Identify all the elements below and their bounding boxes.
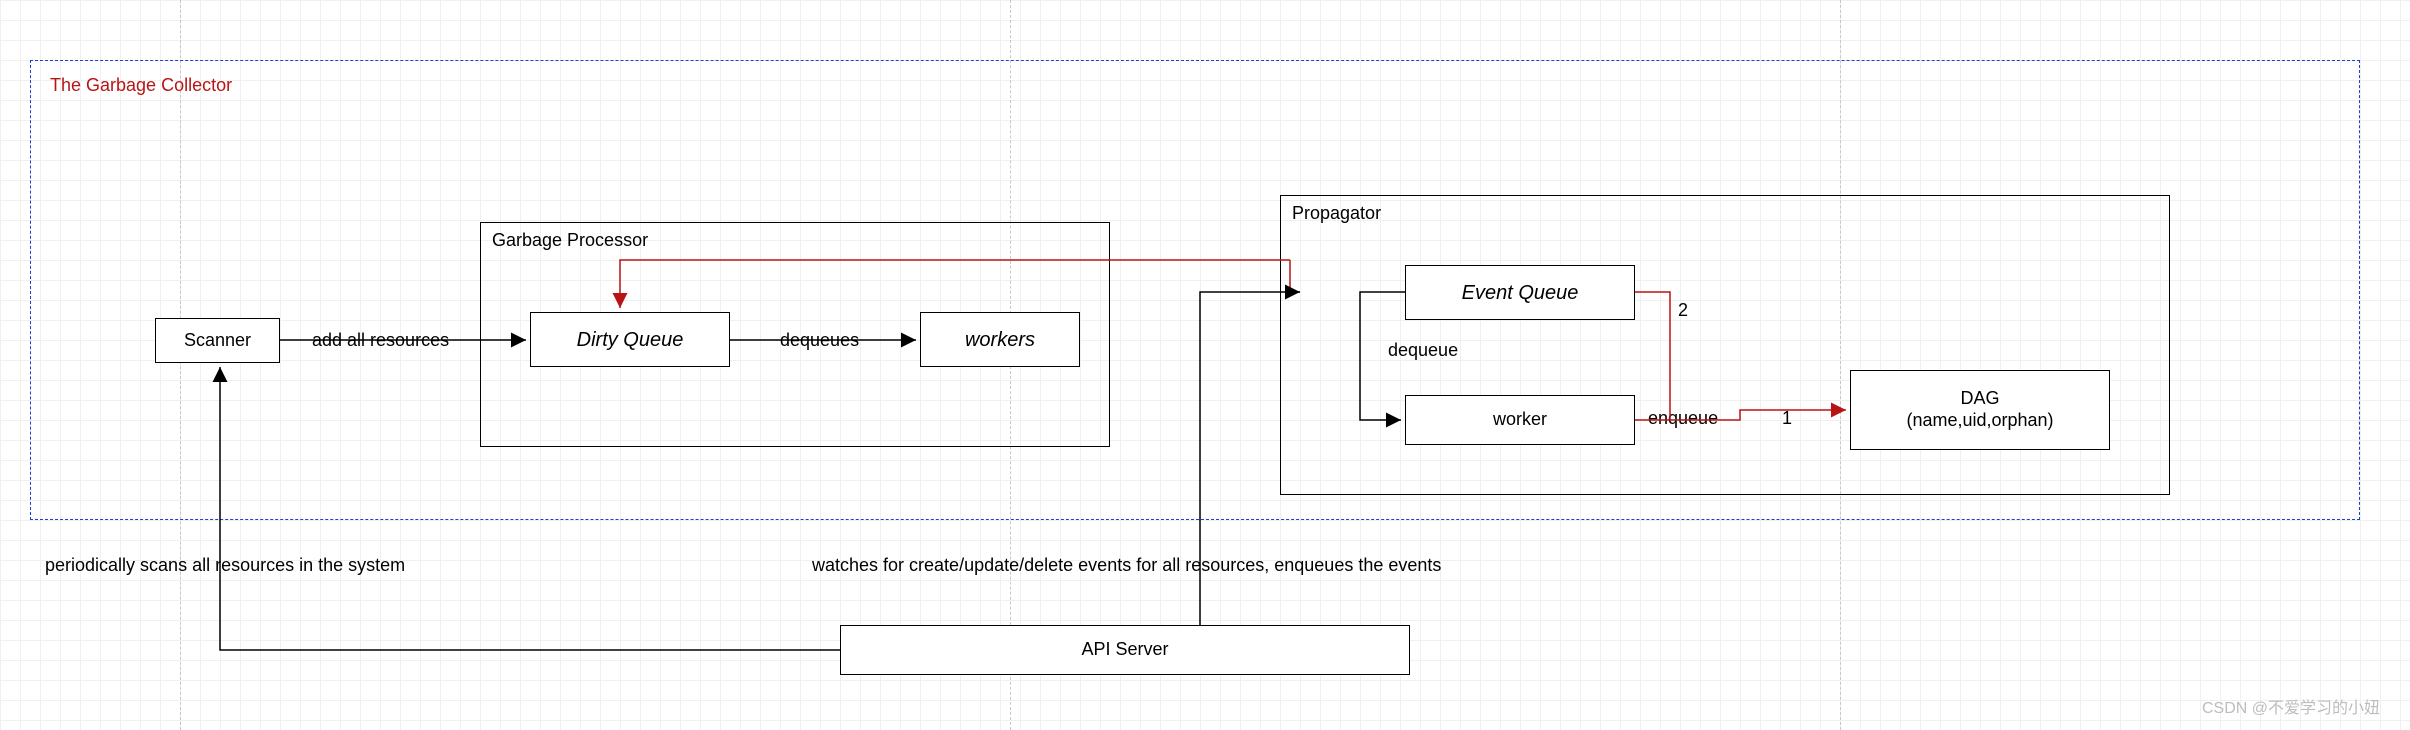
watch-annotation: watches for create/update/delete events … bbox=[812, 555, 1441, 576]
garbage-processor-label: Garbage Processor bbox=[492, 230, 648, 251]
dirty-queue-node: Dirty Queue bbox=[530, 312, 730, 367]
edge-1-label: 1 bbox=[1782, 408, 1792, 429]
worker-node: worker bbox=[1405, 395, 1635, 445]
watermark-text: CSDN @不爱学习的小妞 bbox=[2202, 694, 2380, 718]
add-all-resources-label: add all resources bbox=[312, 330, 449, 351]
garbage-collector-title: The Garbage Collector bbox=[50, 75, 232, 96]
scanner-annotation: periodically scans all resources in the … bbox=[45, 555, 405, 576]
workers-node: workers bbox=[920, 312, 1080, 367]
dag-node: DAG (name,uid,orphan) bbox=[1850, 370, 2110, 450]
api-server-node: API Server bbox=[840, 625, 1410, 675]
propagator-label: Propagator bbox=[1292, 203, 1381, 224]
event-queue-node: Event Queue bbox=[1405, 265, 1635, 320]
diagram-canvas: The Garbage Collector Garbage Processor … bbox=[0, 0, 2410, 730]
scanner-node: Scanner bbox=[155, 318, 280, 363]
dequeue-label: dequeue bbox=[1388, 340, 1458, 361]
edge-2-label: 2 bbox=[1678, 300, 1688, 321]
enqueue-label: enqueue bbox=[1648, 408, 1718, 429]
dequeues-label: dequeues bbox=[780, 330, 859, 351]
